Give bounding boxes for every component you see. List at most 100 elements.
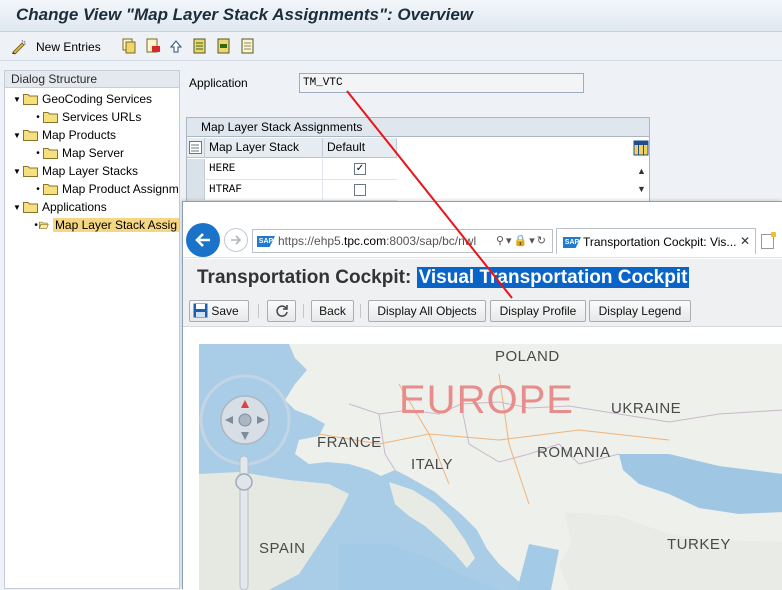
cockpit-toolbar: Save Back Display All Objects Display Pr…	[183, 295, 782, 327]
toolbar-separator	[303, 304, 304, 318]
sap-title-bar: Change View "Map Layer Stack Assignments…	[0, 0, 782, 32]
refresh-button[interactable]	[267, 300, 296, 322]
tree-node-map-layer-stack-assignments[interactable]: • Map Layer Stack Assig	[33, 216, 179, 234]
tree-label: GeoCoding Services	[42, 92, 153, 106]
tree-node-map-products[interactable]: ▼ Map Products	[13, 126, 116, 144]
tree-node-map-product-assignment[interactable]: • Map Product Assignm	[33, 180, 178, 198]
tree-node-map-server[interactable]: • Map Server	[33, 144, 124, 162]
table-settings-icon[interactable]	[633, 140, 649, 156]
back-arrow-icon[interactable]	[186, 223, 220, 257]
copy-icon[interactable]	[121, 38, 137, 54]
folder-icon	[43, 184, 58, 195]
tree-label: Map Layer Stacks	[42, 164, 139, 178]
folder-icon	[43, 112, 58, 123]
map-label-france: FRANCE	[317, 434, 382, 451]
map-label-turkey: TURKEY	[667, 536, 731, 553]
bullet-icon: •	[36, 111, 40, 123]
cockpit-app: Transportation Cockpit: Visual Transport…	[183, 259, 782, 590]
folder-icon	[23, 166, 38, 177]
cockpit-title: Transportation Cockpit: Visual Transport…	[197, 267, 690, 288]
scroll-down-icon[interactable]: ▼	[637, 184, 646, 194]
refresh-icon	[275, 305, 288, 317]
select-all-rows-icon[interactable]	[187, 138, 205, 158]
browser-chrome: SAP https://ehp5.tpc.com:8003/sap/bc/nwl…	[183, 202, 782, 258]
folder-icon	[23, 94, 38, 105]
dialog-structure-header: Dialog Structure	[5, 71, 179, 88]
bullet-icon: •	[36, 147, 40, 159]
table-row[interactable]: HERE ✓	[187, 159, 397, 180]
page-title: Change View "Map Layer Stack Assignments…	[16, 5, 474, 24]
address-bar-icons[interactable]: ⚲▾🔒▾↻	[496, 234, 548, 247]
tab-title: Transportation Cockpit: Vis...	[583, 235, 737, 249]
dialog-structure-panel: Dialog Structure ▼ GeoCoding Services • …	[4, 70, 180, 589]
save-button[interactable]: Save	[189, 300, 249, 322]
tree-label: Applications	[42, 200, 107, 214]
expand-arrow-icon[interactable]: ▼	[13, 131, 23, 140]
tree-node-geocoding-services[interactable]: ▼ GeoCoding Services	[13, 90, 152, 108]
tree-node-services-urls[interactable]: • Services URLs	[33, 108, 141, 126]
new-entries-label: New Entries	[36, 40, 101, 54]
bullet-icon: •	[36, 183, 40, 195]
new-tab-icon[interactable]	[761, 232, 776, 249]
column-header-default[interactable]: Default	[323, 138, 397, 158]
table-row[interactable]: HTRAF	[187, 180, 397, 201]
cell-map-layer-stack: HERE	[205, 159, 323, 179]
cell-default	[323, 180, 397, 200]
folder-icon	[23, 202, 38, 213]
save-label: Save	[211, 304, 239, 318]
map-label-spain: SPAIN	[259, 540, 306, 557]
select-block-icon[interactable]	[216, 38, 232, 54]
forward-arrow-icon[interactable]	[224, 228, 248, 252]
default-checkbox[interactable]	[354, 184, 366, 196]
back-button[interactable]: Back	[311, 300, 354, 322]
expand-arrow-icon[interactable]: ▼	[13, 167, 23, 176]
row-selector[interactable]	[187, 180, 205, 200]
address-bar[interactable]: SAP https://ehp5.tpc.com:8003/sap/bc/nwl…	[252, 229, 553, 253]
map-label-poland: POLAND	[495, 348, 560, 365]
tree-node-map-layer-stacks[interactable]: ▼ Map Layer Stacks	[13, 162, 138, 180]
expand-arrow-icon[interactable]: ▼	[13, 95, 23, 104]
url-text: https://ehp5.tpc.com:8003/sap/bc/nwl	[278, 234, 477, 248]
scroll-up-icon[interactable]: ▲	[637, 166, 646, 176]
tree-label: Map Products	[42, 128, 117, 142]
display-profile-button[interactable]: Display Profile	[490, 300, 586, 322]
default-checkbox[interactable]: ✓	[354, 163, 366, 175]
expand-arrow-icon[interactable]: ▼	[13, 203, 23, 212]
column-header-map-layer-stack[interactable]: Map Layer Stack	[205, 138, 323, 158]
browser-tab[interactable]: SAP Transportation Cockpit: Vis... ✕	[556, 228, 756, 254]
browser-window: SAP https://ehp5.tpc.com:8003/sap/bc/nwl…	[182, 201, 782, 590]
sap-logo-icon: SAP	[563, 237, 581, 248]
toolbar-separator	[258, 304, 259, 318]
new-entries-button[interactable]: New Entries	[10, 37, 101, 57]
tree-node-applications[interactable]: ▼ Applications	[13, 198, 107, 216]
toolbar-separator	[360, 304, 361, 318]
folder-icon	[43, 148, 58, 159]
cell-default: ✓	[323, 159, 397, 179]
close-tab-icon[interactable]: ✕	[740, 234, 750, 248]
application-label: Application	[189, 76, 248, 90]
tree-label: Map Server	[62, 146, 125, 160]
cell-map-layer-stack: HTRAF	[205, 180, 323, 200]
row-selector[interactable]	[187, 159, 205, 179]
application-field[interactable]: TM_VTC	[299, 73, 584, 93]
deselect-all-icon[interactable]	[240, 38, 256, 54]
tree-label: Map Layer Stack Assig	[52, 218, 179, 232]
undo-icon[interactable]	[168, 38, 184, 54]
folder-icon	[23, 130, 38, 141]
sap-logo-icon: SAP	[257, 236, 275, 247]
table-title: Map Layer Stack Assignments	[187, 118, 649, 137]
map-label-ukraine: UKRAINE	[611, 400, 682, 417]
map-label-italy: ITALY	[411, 456, 453, 473]
table-header: Map Layer Stack Default	[187, 138, 397, 158]
floppy-disk-icon	[193, 303, 208, 318]
open-folder-icon	[39, 221, 49, 229]
select-all-icon[interactable]	[192, 38, 208, 54]
display-all-objects-button[interactable]: Display All Objects	[368, 300, 486, 322]
map-view[interactable]: EUROPE POLAND UKRAINE FRANCE ROMANIA ITA…	[199, 344, 782, 590]
tree-label: Services URLs	[62, 110, 142, 124]
highlighted-title: Visual Transportation Cockpit	[416, 267, 690, 288]
pencil-icon	[12, 39, 26, 55]
delete-icon[interactable]	[145, 38, 161, 54]
display-legend-button[interactable]: Display Legend	[589, 300, 691, 322]
cockpit-header: Transportation Cockpit: Visual Transport…	[183, 259, 782, 295]
